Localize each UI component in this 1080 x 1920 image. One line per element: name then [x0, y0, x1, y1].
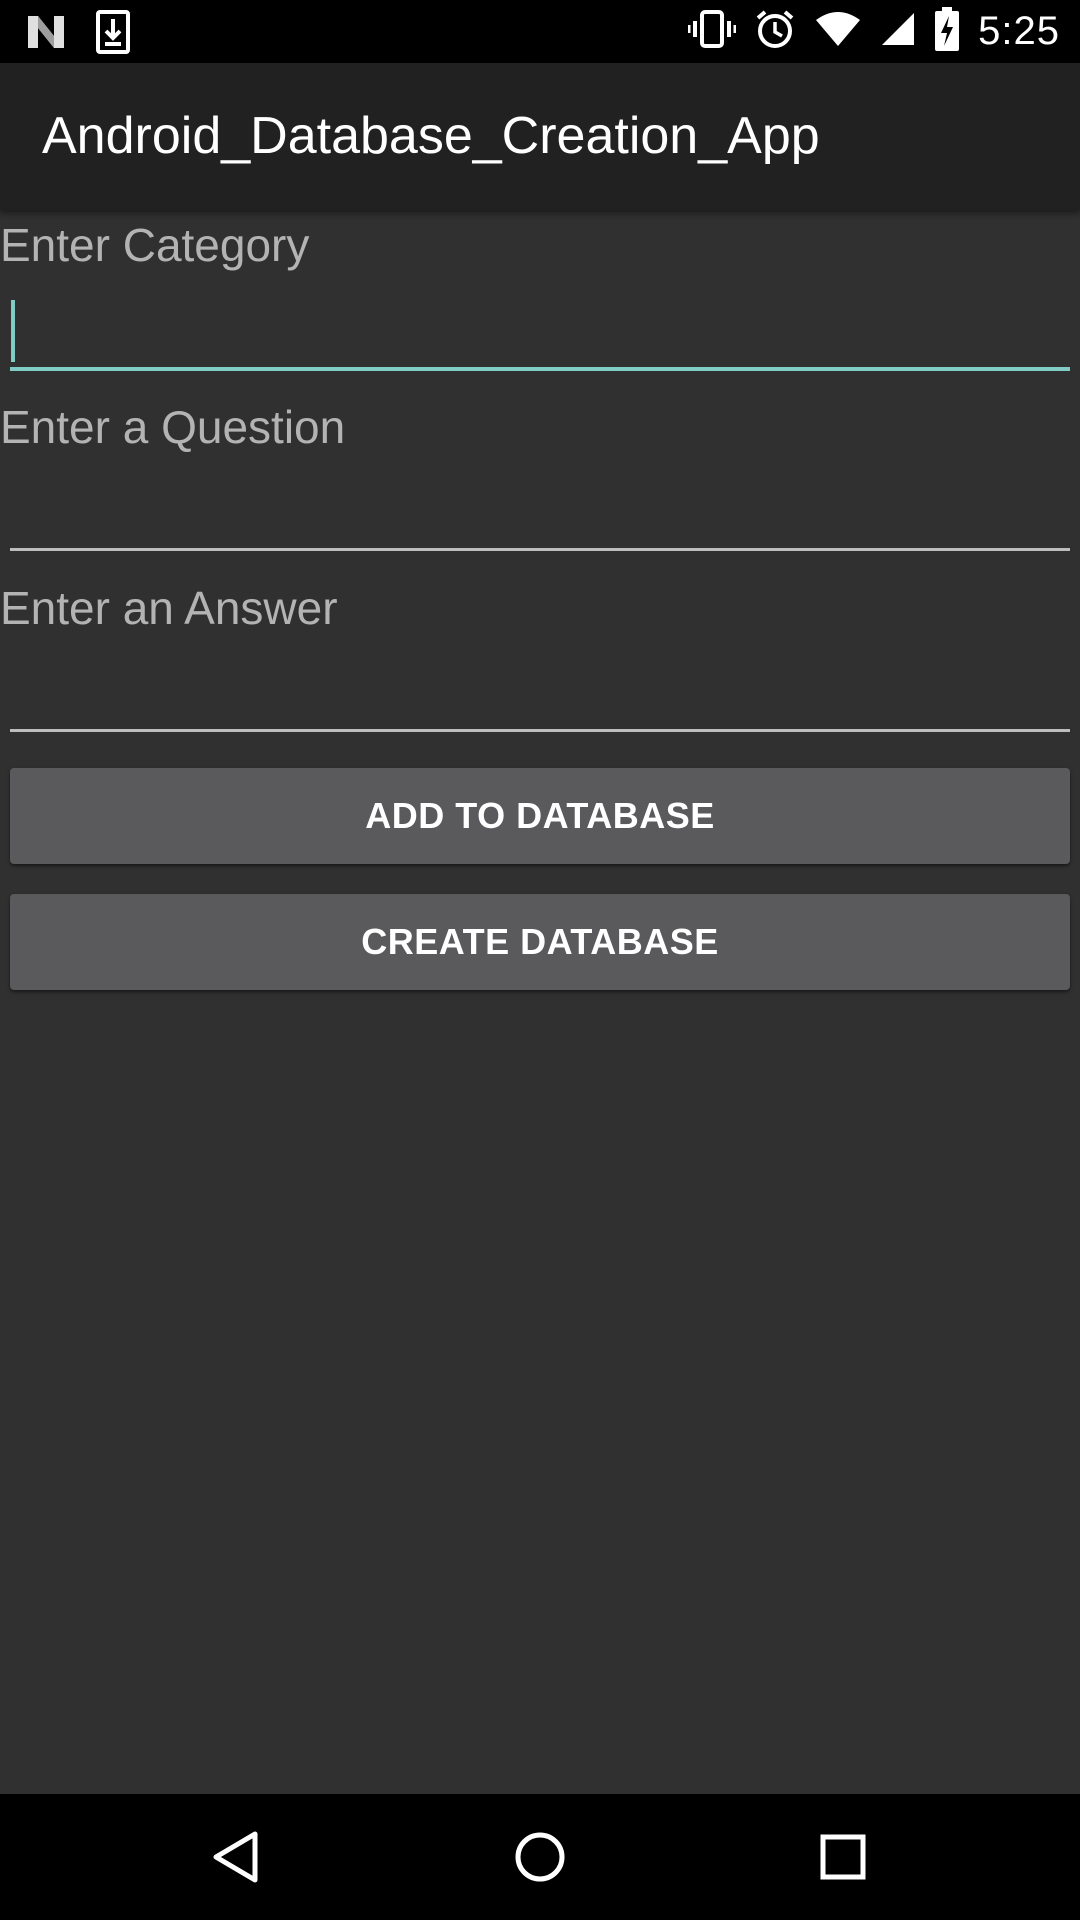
cell-signal-icon [880, 11, 916, 52]
category-label: Enter Category [0, 219, 310, 271]
status-time: 5:25 [978, 9, 1060, 53]
notification-n-icon [26, 12, 66, 57]
alarm-icon [754, 8, 796, 55]
question-input[interactable] [10, 474, 1070, 554]
app-title: Android_Database_Creation_App [42, 107, 820, 165]
add-to-database-button[interactable]: ADD TO DATABASE [10, 768, 1070, 864]
home-icon[interactable] [510, 1827, 570, 1887]
navigation-bar [0, 1794, 1080, 1920]
text-cursor [11, 300, 15, 362]
question-label: Enter a Question [0, 401, 346, 453]
back-icon[interactable] [206, 1827, 266, 1887]
answer-label: Enter an Answer [0, 582, 338, 634]
status-bar: 5:25 [0, 0, 1080, 63]
vibrate-icon [687, 9, 737, 54]
download-icon [96, 10, 130, 59]
answer-input-underline [10, 729, 1070, 732]
battery-charging-icon [934, 7, 960, 56]
category-input[interactable] [10, 292, 1070, 372]
wifi-icon [814, 10, 862, 53]
answer-input[interactable] [10, 655, 1070, 735]
question-input-underline [10, 548, 1070, 551]
create-database-button[interactable]: CREATE DATABASE [10, 894, 1070, 990]
category-input-underline [10, 367, 1070, 371]
app-bar: Android_Database_Creation_App [0, 63, 1080, 210]
recents-icon[interactable] [813, 1827, 873, 1887]
